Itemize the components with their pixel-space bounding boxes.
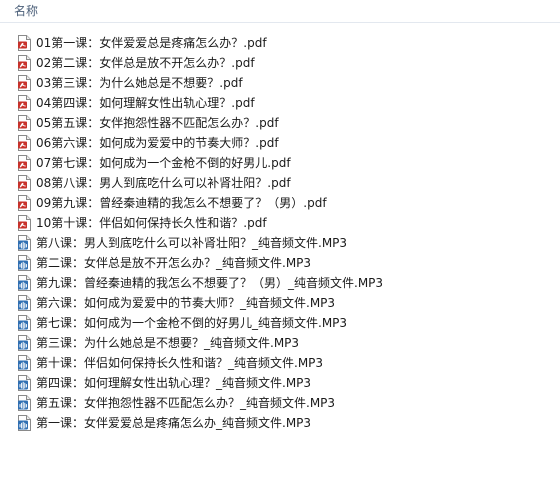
file-row[interactable]: 第二课：女伴总是放不开怎么办？_纯音频文件.MP3 [0,253,560,273]
file-name[interactable]: 06第六课：如何成为爱爱中的节奏大师？.pdf [36,136,279,150]
file-row[interactable]: 05第五课：女伴抱怨性器不匹配怎么办？.pdf [0,113,560,133]
file-name[interactable]: 10第十课：伴侣如何保持长久性和谐？.pdf [36,216,267,230]
file-name[interactable]: 04第四课：如何理解女性出轨心理？.pdf [36,96,255,110]
file-row[interactable]: 04第四课：如何理解女性出轨心理？.pdf [0,93,560,113]
file-name[interactable]: 08第八课：男人到底吃什么可以补肾壮阳？.pdf [36,176,291,190]
file-row[interactable]: 07第七课：如何成为一个金枪不倒的好男儿.pdf [0,153,560,173]
file-row[interactable]: 08第八课：男人到底吃什么可以补肾壮阳？.pdf [0,173,560,193]
audio-file-icon [17,335,31,351]
audio-file-icon [17,235,31,251]
file-row[interactable]: 10第十课：伴侣如何保持长久性和谐？.pdf [0,213,560,233]
file-row[interactable]: 03第三课：为什么她总是不想要？.pdf [0,73,560,93]
file-name[interactable]: 05第五课：女伴抱怨性器不匹配怎么办？.pdf [36,116,279,130]
file-row[interactable]: 02第二课：女伴总是放不开怎么办？.pdf [0,53,560,73]
pdf-file-icon [17,35,31,51]
file-name[interactable]: 09第九课：曾经秦迪精的我怎么不想要了？（男）.pdf [36,196,327,210]
file-name[interactable]: 第三课：为什么她总是不想要？_纯音频文件.MP3 [36,336,299,350]
file-row[interactable]: 第八课：男人到底吃什么可以补肾壮阳？_纯音频文件.MP3 [0,233,560,253]
file-row[interactable]: 第十课：伴侣如何保持长久性和谐？_纯音频文件.MP3 [0,353,560,373]
file-row[interactable]: 01第一课：女伴爱爱总是疼痛怎么办？.pdf [0,33,560,53]
pdf-file-icon [17,75,31,91]
file-row[interactable]: 第五课：女伴抱怨性器不匹配怎么办？_纯音频文件.MP3 [0,393,560,413]
file-name[interactable]: 第八课：男人到底吃什么可以补肾壮阳？_纯音频文件.MP3 [36,236,347,250]
name-column-header[interactable]: 名称 [14,4,38,18]
file-row[interactable]: 第三课：为什么她总是不想要？_纯音频文件.MP3 [0,333,560,353]
file-name[interactable]: 第一课：女伴爱爱总是疼痛怎么办_纯音频文件.MP3 [36,416,311,430]
file-row[interactable]: 第六课：如何成为爱爱中的节奏大师？_纯音频文件.MP3 [0,293,560,313]
file-name[interactable]: 第十课：伴侣如何保持长久性和谐？_纯音频文件.MP3 [36,356,323,370]
audio-file-icon [17,375,31,391]
file-list: 01第一课：女伴爱爱总是疼痛怎么办？.pdf 02第二课：女伴总是放不开怎么办？… [0,33,560,433]
file-name[interactable]: 第六课：如何成为爱爱中的节奏大师？_纯音频文件.MP3 [36,296,335,310]
audio-file-icon [17,295,31,311]
file-name[interactable]: 第七课：如何成为一个金枪不倒的好男儿_纯音频文件.MP3 [36,316,347,330]
file-name[interactable]: 第五课：女伴抱怨性器不匹配怎么办？_纯音频文件.MP3 [36,396,335,410]
pdf-file-icon [17,95,31,111]
audio-file-icon [17,275,31,291]
file-row[interactable]: 第九课：曾经秦迪精的我怎么不想要了？（男）_纯音频文件.MP3 [0,273,560,293]
file-name[interactable]: 01第一课：女伴爱爱总是疼痛怎么办？.pdf [36,36,267,50]
pdf-file-icon [17,135,31,151]
pdf-file-icon [17,215,31,231]
file-name[interactable]: 第四课：如何理解女性出轨心理？_纯音频文件.MP3 [36,376,311,390]
file-row[interactable]: 06第六课：如何成为爱爱中的节奏大师？.pdf [0,133,560,153]
file-row[interactable]: 第一课：女伴爱爱总是疼痛怎么办_纯音频文件.MP3 [0,413,560,433]
column-header-bar: 名称 [0,0,560,23]
pdf-file-icon [17,195,31,211]
file-row[interactable]: 09第九课：曾经秦迪精的我怎么不想要了？（男）.pdf [0,193,560,213]
audio-file-icon [17,395,31,411]
audio-file-icon [17,415,31,431]
audio-file-icon [17,255,31,271]
audio-file-icon [17,355,31,371]
file-name[interactable]: 03第三课：为什么她总是不想要？.pdf [36,76,243,90]
file-row[interactable]: 第四课：如何理解女性出轨心理？_纯音频文件.MP3 [0,373,560,393]
pdf-file-icon [17,175,31,191]
file-name[interactable]: 02第二课：女伴总是放不开怎么办？.pdf [36,56,255,70]
file-row[interactable]: 第七课：如何成为一个金枪不倒的好男儿_纯音频文件.MP3 [0,313,560,333]
pdf-file-icon [17,155,31,171]
file-name[interactable]: 07第七课：如何成为一个金枪不倒的好男儿.pdf [36,156,291,170]
audio-file-icon [17,315,31,331]
file-name[interactable]: 第九课：曾经秦迪精的我怎么不想要了？（男）_纯音频文件.MP3 [36,276,383,290]
pdf-file-icon [17,55,31,71]
file-name[interactable]: 第二课：女伴总是放不开怎么办？_纯音频文件.MP3 [36,256,311,270]
pdf-file-icon [17,115,31,131]
